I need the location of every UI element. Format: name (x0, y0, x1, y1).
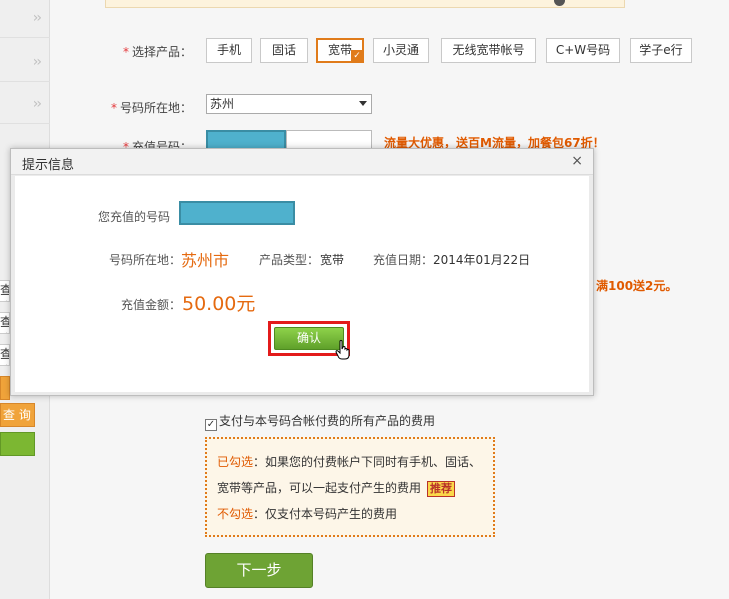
product-label: * 选择产品： (122, 45, 192, 59)
sidebar-green-button[interactable] (0, 432, 35, 456)
dialog-title-bar[interactable]: 提示信息 × (11, 149, 593, 175)
chevron-down-icon (359, 101, 367, 106)
option-unchecked-tag: 不勾选 (217, 507, 254, 521)
product-option-mobile[interactable]: 手机 (206, 38, 252, 63)
location-value: 苏州市 (181, 251, 230, 270)
info-dialog: 提示信息 × 您充值的号码 号码所在地： 苏州市 产品类型： 宽带 充值日期： … (10, 148, 594, 396)
product-option-phs[interactable]: 小灵通 (373, 38, 429, 63)
pay-all-label: 支付与本号码合帐付费的所有产品的费用 (219, 414, 436, 428)
checkbox-checked-icon[interactable]: ✓ (205, 419, 217, 431)
product-type-value: 宽带 (320, 253, 345, 267)
redacted-number (179, 201, 295, 225)
option-unchecked-text: ：仅支付本号码产生的费用 (253, 507, 398, 521)
sidebar-orange-strip (0, 376, 10, 400)
sidebar-query-button[interactable]: 查询 (0, 312, 10, 334)
amount-label: 充值金额： (121, 298, 182, 312)
promo-banner[interactable] (105, 0, 625, 8)
product-option-cw-number[interactable]: C+W号码 (546, 38, 620, 63)
product-option-label: 宽带 (327, 43, 352, 57)
amount-value: 50.00元 (182, 293, 256, 315)
product-type-label: 产品类型： (259, 253, 320, 267)
option-checked-tag: 已勾选 (217, 455, 254, 469)
next-step-button[interactable]: 下一步 (205, 553, 313, 588)
sidebar-row[interactable]: ›› (0, 86, 50, 124)
product-option-student[interactable]: 学子e行 (630, 38, 692, 63)
recommend-badge: 推荐 (427, 480, 456, 497)
location-label: 号码所在地： (109, 253, 182, 267)
recharge-date-value: 2014年01月22日 (433, 253, 531, 267)
recharge-date-label: 充值日期： (373, 253, 434, 267)
dialog-title: 提示信息 (22, 158, 75, 173)
sidebar-query-button[interactable]: 查询 (0, 344, 10, 366)
location-select[interactable]: 苏州 (206, 94, 372, 114)
pay-option-info-box: 已勾选：如果您的付费帐户下同时有手机、固话、宽带等产品，可以一起支付产生的费用推… (205, 437, 495, 537)
chevron-right-icon: ›› (32, 96, 42, 112)
hand-cursor-icon (335, 340, 350, 360)
pay-all-checkbox[interactable]: ✓ 支付与本号码合帐付费的所有产品的费用 (205, 412, 435, 431)
chevron-right-icon: ›› (32, 10, 42, 26)
confirm-button[interactable]: 确认 (274, 327, 344, 350)
product-option-landline[interactable]: 固话 (260, 38, 308, 63)
sidebar-row[interactable]: ›› (0, 44, 50, 82)
sidebar-query-button[interactable]: 查询 (0, 280, 10, 302)
location-select-value: 苏州 (210, 97, 235, 111)
location-label: * 号码所在地： (110, 101, 192, 115)
selected-check-icon: ✓ (351, 50, 363, 62)
product-option-wireless-broadband[interactable]: 无线宽带帐号 (441, 38, 536, 63)
promo-text-secondary: 满100送2元。 (596, 279, 678, 293)
recharge-number-label: 您充值的号码 (98, 210, 171, 224)
chevron-right-icon: ›› (32, 54, 42, 70)
product-option-broadband[interactable]: 宽带 ✓ (316, 38, 364, 63)
sidebar-row[interactable]: ›› (0, 0, 50, 38)
help-icon[interactable] (554, 0, 565, 6)
dialog-body: 您充值的号码 号码所在地： 苏州市 产品类型： 宽带 充值日期： 2014年01… (15, 176, 589, 392)
close-icon[interactable]: × (571, 154, 583, 168)
sidebar-query-orange-button[interactable]: 查 询 (0, 403, 35, 427)
